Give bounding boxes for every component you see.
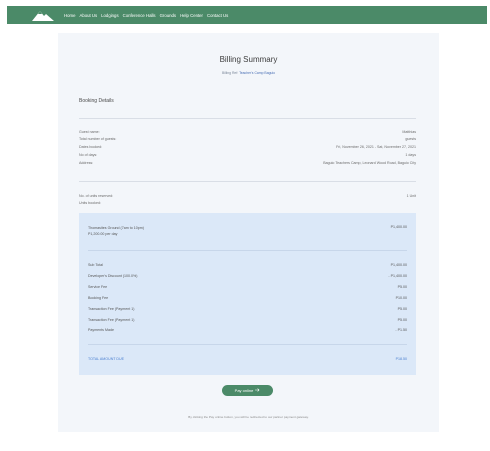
booked-item-rate: P1,200.00 per day (88, 232, 118, 236)
nav-item-home[interactable]: Home (64, 13, 75, 18)
divider (88, 250, 407, 251)
payment-redirect-note: By clicking the Pay online button, you w… (188, 415, 309, 419)
mountain-logo-icon[interactable] (32, 8, 54, 22)
detail-value: Fri, November 26, 2021 - Sat, November 2… (336, 145, 416, 149)
billing-reference: Teacher's Camp Baguio (239, 71, 275, 75)
detail-value: 1 days (405, 153, 416, 157)
detail-label: No of days: (79, 153, 98, 157)
summary-label: Service Fee (88, 285, 108, 289)
billing-card: Billing Summary Billing Ref: Teacher's C… (58, 33, 439, 432)
summary-label: Booking Fee (88, 296, 109, 300)
top-navbar: Home About Us Lodgings Conference Halls … (7, 6, 487, 24)
detail-value: Baguio Teachers Camp, Leonard Wood Road,… (323, 161, 416, 165)
summary-line-discount: Developer's Discount (100.0%) - P1,400.0… (88, 274, 407, 278)
detail-label: Address: (79, 161, 94, 165)
summary-value: P1,400.00 (390, 263, 407, 267)
detail-row-units-booked: Units booked: (79, 201, 416, 205)
detail-row-dates-booked: Dates booked: Fri, November 26, 2021 - S… (79, 145, 416, 149)
arrow-right-icon (255, 388, 260, 393)
summary-line-sub-total: Sub Total P1,400.00 (88, 263, 407, 267)
detail-row-no-of-days: No of days: 1 days (79, 153, 416, 157)
detail-label: No. of units reserved: (79, 194, 114, 198)
detail-label: Units booked: (79, 201, 101, 205)
detail-row-guest-name: Guest name: Matthias (79, 130, 416, 134)
detail-label: Total number of guests: (79, 137, 117, 141)
summary-value: - P1.50 (395, 328, 407, 332)
booked-item-price: P1,400.00 (390, 225, 407, 229)
summary-value: P5.00 (397, 285, 407, 289)
billing-subtitle: Billing Ref: Teacher's Camp Baguio (58, 71, 439, 75)
summary-line-booking-fee: Booking Fee P10.00 (88, 296, 407, 300)
summary-label: Transaction Fee (Payment 1) (88, 318, 135, 322)
summary-value: P5.00 (397, 318, 407, 322)
divider (88, 344, 407, 345)
summary-label: Payments Made (88, 328, 114, 332)
pay-online-label: Pay online (234, 388, 254, 393)
divider (79, 181, 416, 182)
summary-label: Transaction Fee (Payment 1) (88, 307, 135, 311)
summary-line-transaction-fee-1: Transaction Fee (Payment 1) P5.00 (88, 307, 407, 311)
nav-item-contact-us[interactable]: Contact Us (207, 13, 228, 18)
summary-label: Sub Total (88, 263, 103, 267)
booked-item: Thomasites Ground (7am to 10pm) P1,200.0… (88, 225, 144, 237)
summary-line-transaction-fee-2: Transaction Fee (Payment 1) P5.00 (88, 318, 407, 322)
summary-value: P10.00 (395, 296, 407, 300)
pay-online-button[interactable]: Pay online (222, 385, 273, 396)
summary-value: - P1,400.00 (388, 274, 407, 278)
summary-value: P5.00 (397, 307, 407, 311)
summary-label: Developer's Discount (100.0%) (88, 274, 138, 278)
nav-item-grounds[interactable]: Grounds (160, 13, 176, 18)
billing-ref-prefix: Billing Ref: (222, 71, 240, 75)
summary-line-service-fee: Service Fee P5.00 (88, 285, 407, 289)
detail-row-address: Address: Baguio Teachers Camp, Leonard W… (79, 161, 416, 165)
detail-label: Guest name: (79, 130, 100, 134)
detail-value: Matthias (402, 130, 416, 134)
nav-item-about-us[interactable]: About Us (79, 13, 97, 18)
total-value: P18.50 (395, 357, 407, 361)
booking-details-heading: Booking Details (79, 98, 114, 104)
detail-row-units-reserved: No. of units reserved: 1 Unit (79, 194, 416, 198)
page-title: Billing Summary (219, 55, 278, 64)
divider (79, 118, 416, 119)
billing-summary-box: Thomasites Ground (7am to 10pm) P1,200.0… (79, 213, 416, 375)
nav-item-lodgings[interactable]: Lodgings (101, 13, 118, 18)
total-amount-due-row: TOTAL AMOUNT DUE P18.50 (88, 357, 407, 361)
detail-value: guests (405, 137, 416, 141)
nav-menu: Home About Us Lodgings Conference Halls … (64, 13, 228, 18)
detail-row-total-guests: Total number of guests: guests (79, 137, 416, 141)
total-label: TOTAL AMOUNT DUE (88, 357, 125, 361)
nav-item-conference-halls[interactable]: Conference Halls (123, 13, 156, 18)
summary-line-payments-made: Payments Made - P1.50 (88, 328, 407, 332)
nav-item-help-center[interactable]: Help Center (180, 13, 203, 18)
detail-label: Dates booked: (79, 145, 103, 149)
detail-value: 1 Unit (406, 194, 416, 198)
